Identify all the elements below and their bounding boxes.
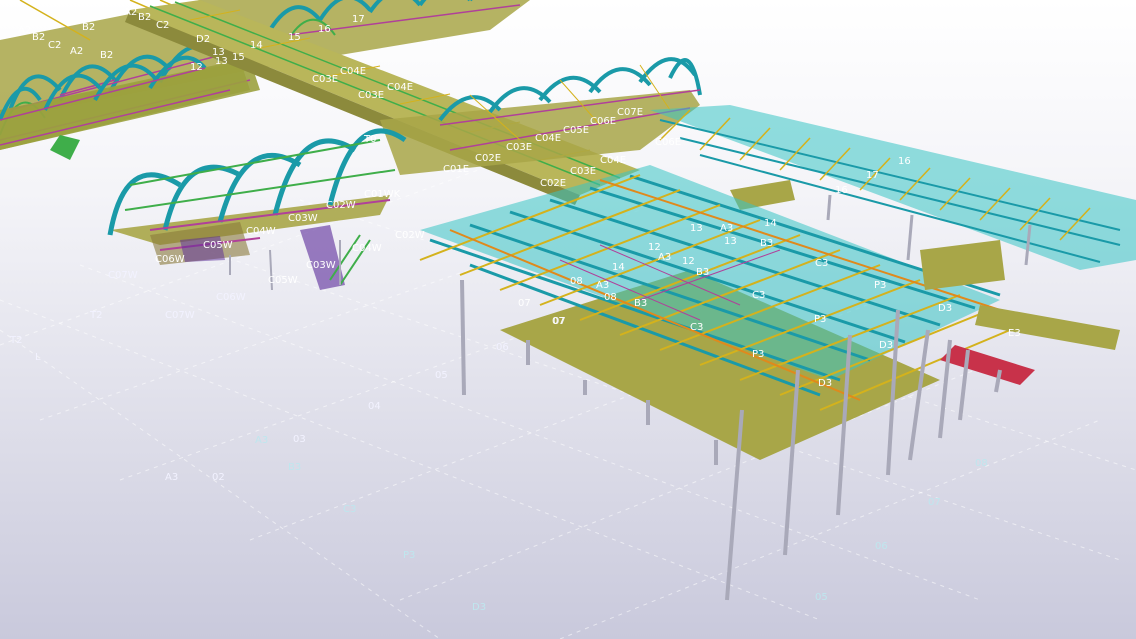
- grid-label: T2: [9, 335, 22, 346]
- svg-text:C06W: C06W: [155, 254, 185, 265]
- svg-text:A3: A3: [658, 252, 671, 263]
- svg-text:07: 07: [518, 298, 531, 309]
- svg-text:C3: C3: [752, 290, 765, 301]
- grid-label: L: [35, 352, 41, 363]
- svg-text:C03E: C03E: [312, 74, 338, 85]
- svg-text:C04W: C04W: [246, 226, 276, 237]
- grid-label: A3: [255, 435, 268, 446]
- grid-label: C06W: [216, 292, 246, 303]
- svg-text:13: 13: [724, 236, 737, 247]
- svg-text:C02W: C02W: [326, 200, 356, 211]
- east-arched-corridor: [380, 57, 702, 175]
- svg-text:15: 15: [288, 32, 301, 43]
- svg-text:C05W: C05W: [203, 240, 233, 251]
- svg-text:C3: C3: [690, 322, 703, 333]
- svg-text:C05W: C05W: [268, 275, 298, 286]
- svg-text:B3: B3: [634, 298, 647, 309]
- svg-text:17: 17: [866, 170, 879, 181]
- grid-label: C07W: [108, 270, 138, 281]
- svg-text:P3: P3: [874, 280, 886, 291]
- svg-text:B3: B3: [696, 267, 709, 278]
- svg-text:C07E: C07E: [617, 107, 643, 118]
- svg-text:12: 12: [682, 256, 695, 267]
- grid-label: A3: [165, 472, 178, 483]
- svg-text:D3: D3: [879, 340, 893, 351]
- svg-text:P3: P3: [752, 349, 764, 360]
- grid-label: 06: [875, 541, 888, 552]
- svg-text:C03W: C03W: [288, 213, 318, 224]
- grid-label: P3: [403, 550, 415, 561]
- svg-text:08: 08: [570, 276, 583, 287]
- grid-label: B3: [288, 462, 301, 473]
- svg-text:B2: B2: [82, 22, 95, 33]
- svg-text:C03E: C03E: [506, 142, 532, 153]
- svg-text:13: 13: [215, 56, 228, 67]
- svg-text:14: 14: [764, 218, 777, 229]
- grid-label: T2: [89, 310, 102, 321]
- svg-text:C06E: C06E: [655, 137, 681, 148]
- svg-text:14: 14: [612, 262, 625, 273]
- grid-label: C3: [343, 504, 356, 515]
- svg-text:P3: P3: [814, 314, 826, 325]
- svg-text:C01WK: C01WK: [364, 189, 401, 200]
- svg-text:16: 16: [898, 156, 911, 167]
- svg-text:12: 12: [190, 62, 203, 73]
- svg-text:07: 07: [552, 316, 565, 327]
- svg-text:C03W: C03W: [306, 260, 336, 271]
- svg-text:C04W: C04W: [352, 243, 382, 254]
- svg-text:C2: C2: [48, 40, 61, 51]
- grid-label: 03: [293, 434, 306, 445]
- svg-text:C05E: C05E: [563, 125, 589, 136]
- grid-label: 05: [435, 370, 448, 381]
- grid-label: 07: [928, 497, 941, 508]
- svg-text:C06E: C06E: [590, 116, 616, 127]
- svg-text:B3: B3: [760, 238, 773, 249]
- grid-label: C07W: [165, 310, 195, 321]
- svg-text:C3: C3: [815, 258, 828, 269]
- svg-text:B2: B2: [100, 50, 113, 61]
- svg-text:08: 08: [604, 292, 617, 303]
- svg-text:T0: T0: [363, 134, 376, 145]
- svg-text:A2: A2: [124, 7, 137, 18]
- svg-text:16: 16: [835, 185, 848, 196]
- svg-text:13: 13: [690, 223, 703, 234]
- structural-3d-model[interactable]: T2 T2 C07W C07W C06W A3 02 03 04 05 06 0…: [0, 0, 1136, 639]
- svg-text:E3: E3: [1008, 328, 1021, 339]
- svg-text:C04E: C04E: [600, 155, 626, 166]
- svg-text:17: 17: [352, 14, 365, 25]
- svg-text:15: 15: [232, 52, 245, 63]
- svg-text:A2: A2: [70, 46, 83, 57]
- svg-text:16: 16: [318, 24, 331, 35]
- svg-text:D2: D2: [196, 34, 210, 45]
- svg-text:C04E: C04E: [535, 133, 561, 144]
- model-viewport[interactable]: T2 T2 C07W C07W C06W A3 02 03 04 05 06 0…: [0, 0, 1136, 639]
- svg-text:A2: A2: [18, 25, 31, 36]
- west-arched-corridor: [107, 128, 407, 291]
- svg-text:C03E: C03E: [570, 166, 596, 177]
- svg-text:A3: A3: [720, 223, 733, 234]
- grid-label: 02: [212, 472, 225, 483]
- svg-text:B2: B2: [138, 12, 151, 23]
- svg-text:C02W: C02W: [395, 230, 425, 241]
- svg-text:C01E: C01E: [443, 164, 469, 175]
- svg-text:C02E: C02E: [475, 153, 501, 164]
- svg-text:C04E: C04E: [387, 82, 413, 93]
- svg-text:14: 14: [250, 40, 263, 51]
- svg-text:D3: D3: [938, 303, 952, 314]
- svg-text:B2: B2: [32, 32, 45, 43]
- grid-label: 05: [815, 592, 828, 603]
- grid-label: 06: [496, 342, 509, 353]
- svg-text:C2: C2: [156, 20, 169, 31]
- svg-text:C03E: C03E: [358, 90, 384, 101]
- svg-text:C04E: C04E: [340, 66, 366, 77]
- svg-text:D3: D3: [818, 378, 832, 389]
- svg-text:C02E: C02E: [540, 178, 566, 189]
- grid-label: 08: [975, 458, 988, 469]
- grid-label: D3: [472, 602, 486, 613]
- grid-label: 04: [368, 401, 381, 412]
- svg-text:A3: A3: [596, 280, 609, 291]
